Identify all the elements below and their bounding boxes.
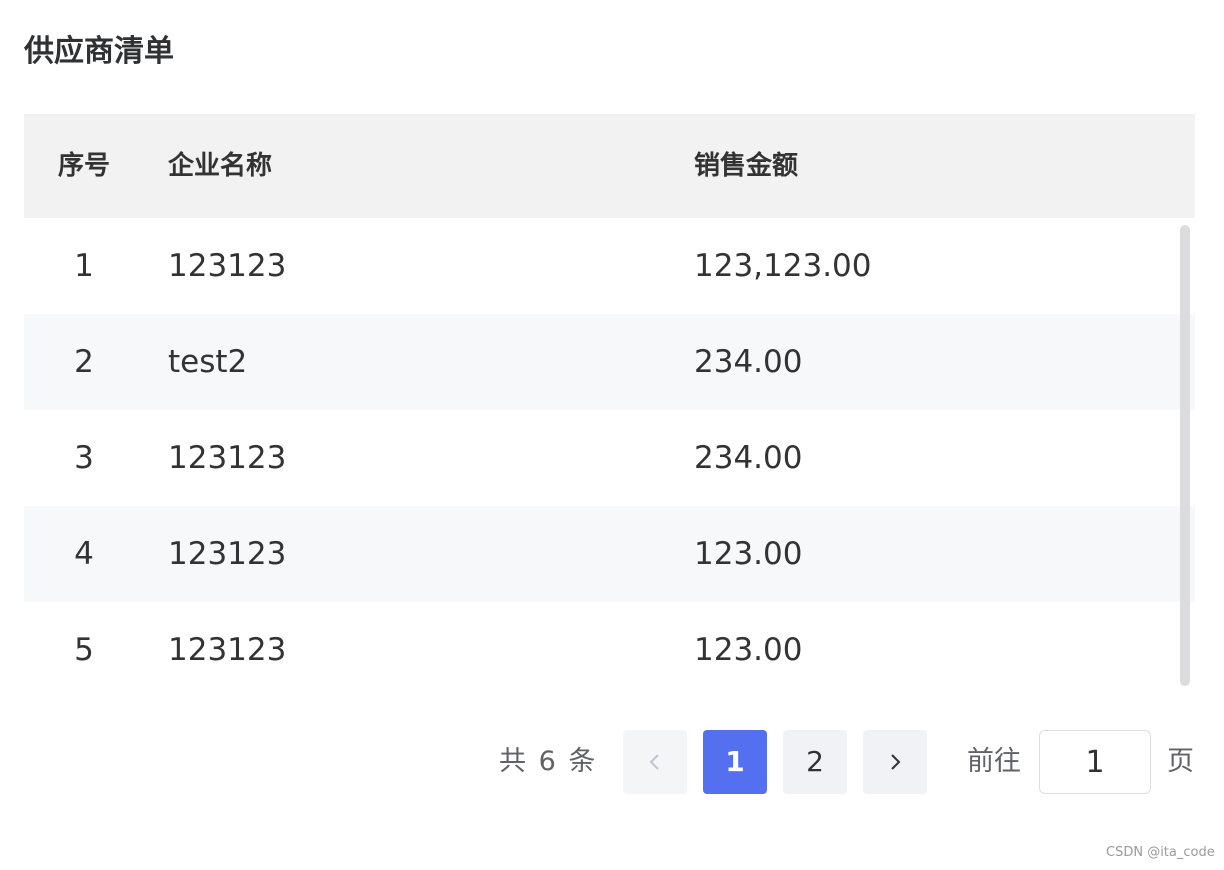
row-index-cell: 2 bbox=[74, 344, 94, 380]
page-title: 供应商清单 bbox=[24, 34, 174, 69]
company-name-cell: 123123 bbox=[168, 632, 287, 668]
company-name-cell: 123123 bbox=[168, 248, 287, 284]
table-row[interactable]: 4 123123 123.00 bbox=[24, 506, 1195, 602]
row-index-cell: 3 bbox=[74, 440, 94, 476]
sales-amount-cell: 234.00 bbox=[694, 440, 803, 476]
sales-amount-cell: 123.00 bbox=[694, 536, 803, 572]
table-row[interactable]: 2 test2 234.00 bbox=[24, 314, 1195, 410]
page: 供应商清单 序号 企业名称 销售金额 1 123123 123,123.00 2… bbox=[0, 0, 1224, 870]
table-row[interactable]: 3 123123 234.00 bbox=[24, 410, 1195, 506]
watermark: CSDN @ita_code bbox=[1106, 845, 1215, 860]
column-header-sales-amount[interactable]: 销售金额 bbox=[694, 114, 1154, 218]
column-header-company-name[interactable]: 企业名称 bbox=[168, 114, 668, 218]
chevron-right-icon bbox=[891, 754, 901, 770]
total-count: 共 6 条 bbox=[499, 746, 598, 777]
table-row[interactable]: 1 123123 123,123.00 bbox=[24, 218, 1195, 314]
company-name-cell: 123123 bbox=[168, 536, 287, 572]
chevron-left-icon bbox=[649, 754, 659, 770]
supplier-table: 序号 企业名称 销售金额 1 123123 123,123.00 2 test2… bbox=[24, 114, 1195, 696]
goto-page-input[interactable] bbox=[1039, 730, 1151, 794]
table-body: 1 123123 123,123.00 2 test2 234.00 3 123… bbox=[24, 218, 1195, 696]
sales-amount-cell: 123,123.00 bbox=[694, 248, 872, 284]
sales-amount-cell: 123.00 bbox=[694, 632, 803, 668]
company-name-cell: 123123 bbox=[168, 440, 287, 476]
row-index-cell: 4 bbox=[74, 536, 94, 572]
page-button-2[interactable]: 2 bbox=[783, 730, 847, 794]
goto-label: 前往 bbox=[967, 746, 1021, 777]
table-header: 序号 企业名称 销售金额 bbox=[24, 114, 1195, 218]
company-name-cell: test2 bbox=[168, 344, 248, 380]
row-index-cell: 1 bbox=[74, 248, 94, 284]
page-suffix-label: 页 bbox=[1167, 746, 1194, 777]
table-row[interactable]: 5 123123 123.00 bbox=[24, 602, 1195, 696]
next-page-button[interactable] bbox=[863, 730, 927, 794]
table-scrollbar[interactable] bbox=[1180, 225, 1190, 686]
row-index-cell: 5 bbox=[74, 632, 94, 668]
sales-amount-cell: 234.00 bbox=[694, 344, 803, 380]
page-button-1[interactable]: 1 bbox=[703, 730, 767, 794]
pagination: 共 6 条 1 2 前往 页 bbox=[0, 730, 1224, 794]
prev-page-button[interactable] bbox=[623, 730, 687, 794]
column-header-index[interactable]: 序号 bbox=[24, 114, 144, 218]
